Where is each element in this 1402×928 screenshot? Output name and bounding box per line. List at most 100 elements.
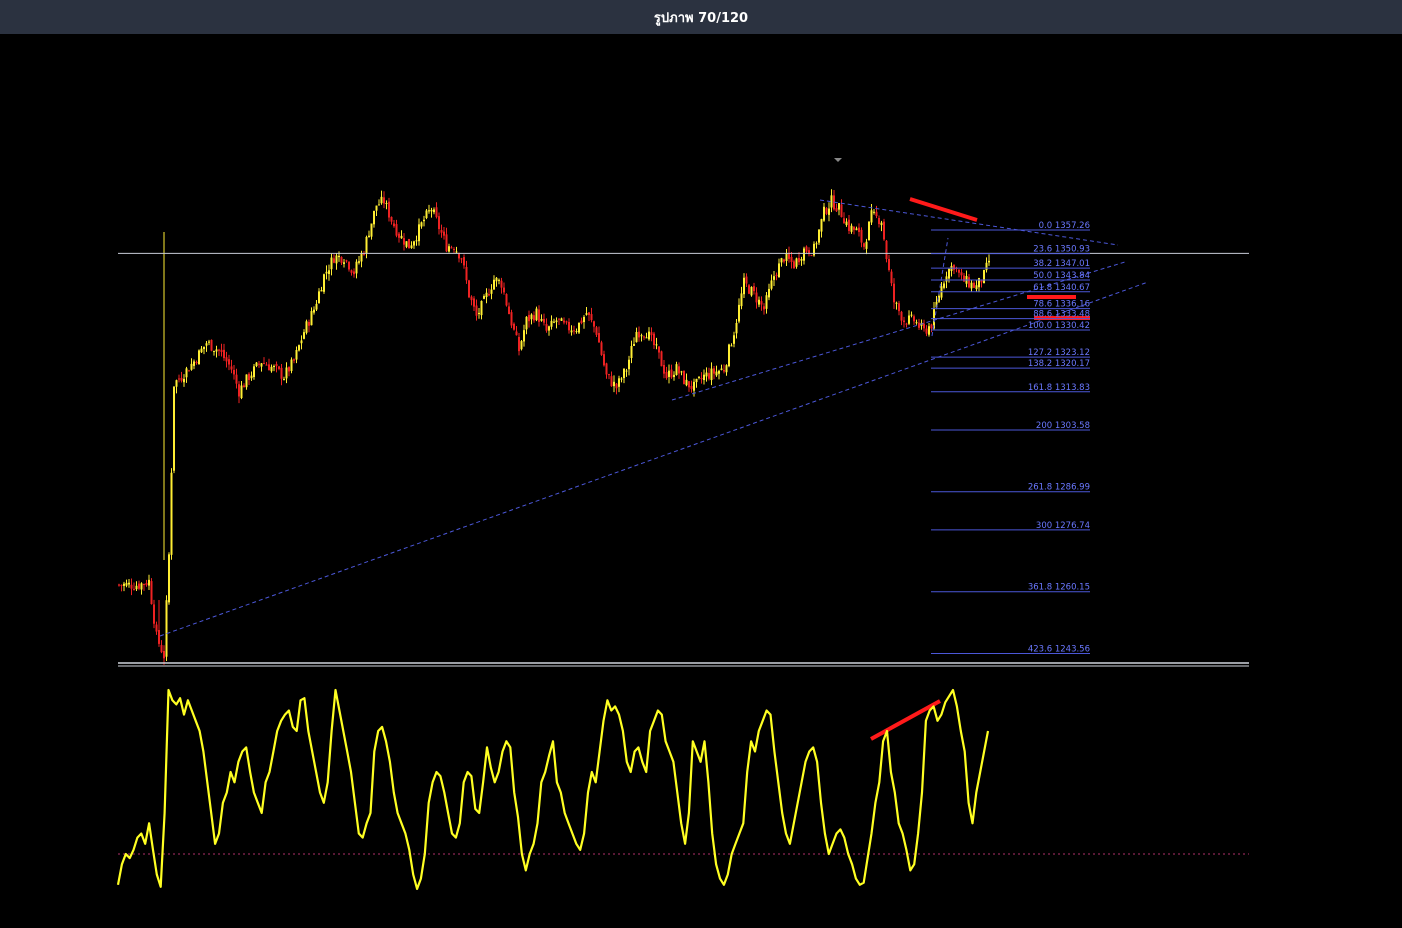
candle-body <box>425 210 428 218</box>
candle-body <box>670 369 673 378</box>
candle-body <box>700 378 703 380</box>
candle-body <box>493 279 495 290</box>
candle-body <box>258 363 260 365</box>
candle-body <box>638 331 640 338</box>
candle-body <box>615 383 618 389</box>
candle-body <box>815 243 818 245</box>
candle-body <box>450 247 453 249</box>
candle-body <box>923 323 925 329</box>
candle-body <box>170 472 173 555</box>
candle-body <box>685 379 688 386</box>
price-chart[interactable]: 0.0 1357.26 23.6 1350.93 38.2 1347.01 50.0 … <box>0 34 1402 928</box>
candle-body <box>398 233 400 238</box>
candle-body <box>598 333 600 343</box>
candle-body <box>428 210 430 212</box>
candle-body <box>890 271 893 284</box>
candle-body <box>488 294 490 296</box>
candle-body <box>208 341 210 343</box>
divergence-mark-oscillator <box>870 699 941 741</box>
candle-body <box>763 306 765 310</box>
candle-body <box>138 583 140 589</box>
candle-body <box>118 584 120 586</box>
candle-body <box>583 316 585 323</box>
candle-body <box>153 604 155 624</box>
candle-body <box>160 645 163 653</box>
candle-body <box>233 369 235 375</box>
candle-body <box>628 359 630 370</box>
candle-body <box>525 316 528 330</box>
candle-body <box>910 314 913 316</box>
candle-body <box>633 344 635 346</box>
candle-body <box>440 230 443 233</box>
candle-body <box>315 303 318 310</box>
candle-body <box>275 364 278 367</box>
candle-body <box>780 258 783 263</box>
candle-body <box>960 272 963 276</box>
candle-body <box>823 206 825 221</box>
candle-body <box>928 326 930 335</box>
fib-level-label: 200 1303.58 <box>1036 421 1090 431</box>
candle-body <box>270 366 273 372</box>
candle-body <box>665 371 668 379</box>
candle-body <box>350 270 353 273</box>
candle-body <box>165 600 168 657</box>
candle-body <box>968 277 970 288</box>
fib-level-label: 50.0 1343.84 <box>1033 271 1090 281</box>
candle-body <box>155 624 158 632</box>
candle-body <box>278 366 280 369</box>
candle-body <box>585 313 588 315</box>
candle-body <box>250 375 253 379</box>
candle-body <box>135 585 138 590</box>
candle-body <box>495 277 498 282</box>
candle-body <box>563 320 565 323</box>
candle-body <box>785 253 788 261</box>
candle-body <box>595 327 598 335</box>
bar-marker-icon <box>834 158 842 162</box>
candle-body <box>415 240 418 242</box>
candle-body <box>485 292 488 298</box>
candle-body <box>225 357 228 362</box>
candle-body <box>510 312 513 326</box>
candle-body <box>905 323 908 325</box>
fib-level-label: 127.2 1323.12 <box>1028 348 1090 358</box>
candle-body <box>860 229 863 243</box>
candle-body <box>798 257 800 263</box>
candle-body <box>773 276 775 280</box>
candle-body <box>430 209 433 212</box>
candle-body <box>555 320 558 323</box>
candle-body <box>580 320 583 324</box>
candle-body <box>825 208 828 214</box>
candle-body <box>803 248 805 261</box>
candle-body <box>755 292 758 303</box>
candle-body <box>333 258 335 263</box>
candle-body <box>793 261 795 269</box>
candle-body <box>985 262 988 271</box>
candle-body <box>655 344 658 346</box>
candle-body <box>178 378 180 380</box>
candle-body <box>810 255 813 257</box>
candle-body <box>365 236 368 254</box>
candle-body <box>768 288 770 298</box>
candle-body <box>553 321 555 323</box>
candle-body <box>783 259 785 262</box>
candle-body <box>305 321 308 333</box>
candle-body <box>460 258 463 260</box>
candle-body <box>723 370 725 372</box>
candle-body <box>458 253 460 259</box>
candle-body <box>720 368 723 370</box>
candle-body <box>605 363 608 375</box>
candle-body <box>703 374 705 381</box>
candle-body <box>870 210 873 223</box>
fib-level-label: 100.0 1330.42 <box>1028 321 1090 331</box>
candle-body <box>590 314 593 321</box>
candle-body <box>288 367 290 372</box>
candle-body <box>373 210 375 225</box>
candle-body <box>820 219 823 232</box>
candle-body <box>705 372 708 377</box>
candle-body <box>658 346 660 353</box>
candle-body <box>470 296 473 301</box>
divergence-mark-price <box>909 197 978 222</box>
candle-body <box>618 378 620 387</box>
candle-body <box>715 371 718 376</box>
window-title: รูปภาพ 70/120 <box>0 0 1402 34</box>
